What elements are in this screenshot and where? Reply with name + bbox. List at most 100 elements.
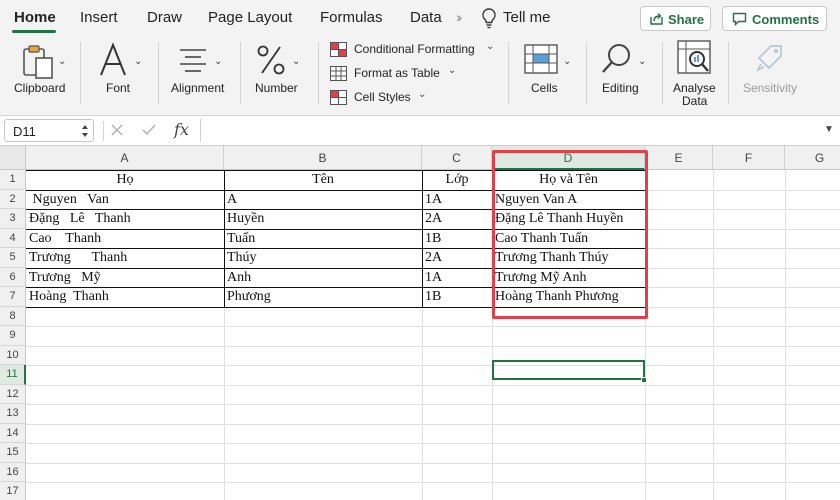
column-header-f[interactable]: F	[713, 146, 785, 170]
cell-styles-label: Cell Styles	[354, 90, 411, 104]
ribbon-divider	[318, 42, 319, 104]
gridline-horizontal	[26, 365, 840, 366]
tab-draw[interactable]: Draw	[147, 9, 182, 26]
font-label: Font	[106, 81, 131, 95]
row-header-9[interactable]: 9	[0, 326, 26, 346]
table-cell[interactable]: 2A	[422, 248, 492, 268]
gridline-horizontal	[26, 443, 840, 444]
gridline-horizontal	[26, 404, 840, 405]
table-cell[interactable]: Phương	[224, 287, 422, 307]
share-icon	[650, 13, 663, 25]
align-center-icon	[180, 49, 206, 72]
spreadsheet-grid[interactable]: A B C D E F G 1 2 3 4 5 6 7 8 9 10 11 12 13 14 15 16 17 …	[0, 146, 840, 500]
row-header-5[interactable]: 5	[0, 248, 26, 268]
number-label: Number	[255, 81, 298, 95]
table-border-vertical	[224, 170, 225, 307]
row-header-17[interactable]: 17	[0, 482, 26, 500]
alignment-label: Alignment	[171, 81, 225, 95]
alignment-dropdown-icon: ⌄	[214, 56, 223, 67]
table-cell[interactable]: 1A	[422, 190, 492, 210]
row-header-11[interactable]: 11	[0, 365, 26, 385]
table-cell[interactable]: Tuấn	[224, 229, 422, 249]
row-header-10[interactable]: 10	[0, 345, 26, 365]
table-border-vertical	[422, 170, 423, 307]
fill-handle[interactable]	[641, 377, 647, 383]
confirm-check-icon[interactable]	[142, 123, 156, 137]
ribbon-divider	[662, 42, 663, 104]
gridline-horizontal	[26, 462, 840, 464]
format-as-table-icon	[330, 66, 347, 81]
table-header-cell[interactable]: Tên	[224, 170, 422, 190]
table-cell[interactable]: Trương Mỹ	[26, 268, 224, 288]
more-tabs-chevron-icon[interactable]: ››	[456, 9, 463, 25]
ribbon-divider	[728, 42, 729, 104]
active-cell-d11[interactable]	[492, 360, 645, 380]
table-cell[interactable]: 1B	[422, 287, 492, 307]
select-all-corner[interactable]	[0, 146, 26, 170]
tab-formulas[interactable]: Formulas	[320, 9, 383, 26]
format-as-table-label: Format as Table	[354, 66, 440, 80]
tab-page-layout[interactable]: Page Layout	[208, 9, 292, 26]
row-header-1[interactable]: 1	[0, 170, 26, 190]
insert-function-fx-icon[interactable]: fx	[174, 120, 189, 139]
row-header-7[interactable]: 7	[0, 287, 26, 307]
share-button[interactable]: Share	[640, 6, 711, 31]
name-box-stepper-icon[interactable]	[80, 121, 90, 141]
tab-data[interactable]: Data	[410, 9, 442, 26]
table-cell[interactable]: Đặng Lê Thanh	[26, 209, 224, 229]
ribbon-divider	[240, 42, 241, 104]
row-header-13[interactable]: 13	[0, 404, 26, 424]
table-cell[interactable]: Cao Thanh	[26, 229, 224, 249]
conditional-formatting-icon	[330, 42, 347, 57]
table-cell[interactable]: 1A	[422, 268, 492, 288]
column-header-b[interactable]: B	[224, 146, 422, 170]
comments-button[interactable]: Comments	[722, 6, 827, 31]
formula-input[interactable]	[200, 119, 820, 142]
row-header-4[interactable]: 4	[0, 228, 26, 248]
table-cell[interactable]: Huyền	[224, 209, 422, 229]
row-header-16[interactable]: 16	[0, 462, 26, 482]
table-cell[interactable]: 2A	[422, 209, 492, 229]
editing-dropdown-icon: ⌄	[638, 56, 647, 67]
table-cell[interactable]: Anh	[224, 268, 422, 288]
table-header-cell[interactable]: Lớp	[422, 170, 492, 190]
tell-me-search[interactable]: Tell me	[503, 9, 551, 26]
row-header-3[interactable]: 3	[0, 209, 26, 229]
row-header-6[interactable]: 6	[0, 267, 26, 287]
table-cell[interactable]: Hoàng Thanh	[26, 287, 224, 307]
gridline-horizontal	[26, 423, 840, 425]
row-header-15[interactable]: 15	[0, 443, 26, 463]
column-header-e[interactable]: E	[645, 146, 713, 170]
table-cell[interactable]: Trương Thanh	[26, 248, 224, 268]
gridline-vertical	[785, 170, 786, 500]
table-header-cell[interactable]: Họ	[26, 170, 224, 190]
expand-formula-bar-icon[interactable]: ▼	[824, 124, 834, 135]
row-header-8[interactable]: 8	[0, 306, 26, 326]
search-magnifier-icon	[602, 44, 630, 73]
number-dropdown-icon: ⌄	[292, 56, 301, 67]
gridline-horizontal	[26, 326, 840, 327]
row-header-12[interactable]: 12	[0, 384, 26, 404]
share-label: Share	[668, 12, 705, 27]
cell-styles-dropdown-icon: ⌄	[418, 89, 427, 100]
row-header-2[interactable]: 2	[0, 189, 26, 209]
column-header-a[interactable]: A	[26, 146, 224, 170]
tab-insert[interactable]: Insert	[80, 9, 118, 26]
table-cell[interactable]: A	[224, 190, 422, 210]
table-cell[interactable]: 1B	[422, 229, 492, 249]
ribbon-divider	[508, 42, 509, 104]
cancel-x-icon[interactable]	[110, 123, 124, 137]
column-header-g[interactable]: G	[785, 146, 840, 170]
row-header-14[interactable]: 14	[0, 423, 26, 443]
highlight-column-d-box	[492, 150, 648, 319]
ribbon-divider	[80, 42, 81, 104]
gridline-horizontal	[26, 384, 840, 386]
name-box[interactable]: D11	[4, 119, 94, 142]
column-header-c[interactable]: C	[422, 146, 492, 170]
table-cell[interactable]: Thúy	[224, 248, 422, 268]
formula-divider	[103, 121, 104, 141]
analyse-data-label: Data	[682, 94, 708, 108]
tab-home[interactable]: Home	[14, 9, 56, 26]
ribbon-toolbar: ⌄ Clipboard ⌄ Font ⌄ Alignment ⌄ Number	[0, 36, 840, 116]
table-cell[interactable]: Nguyen Van	[26, 190, 224, 210]
